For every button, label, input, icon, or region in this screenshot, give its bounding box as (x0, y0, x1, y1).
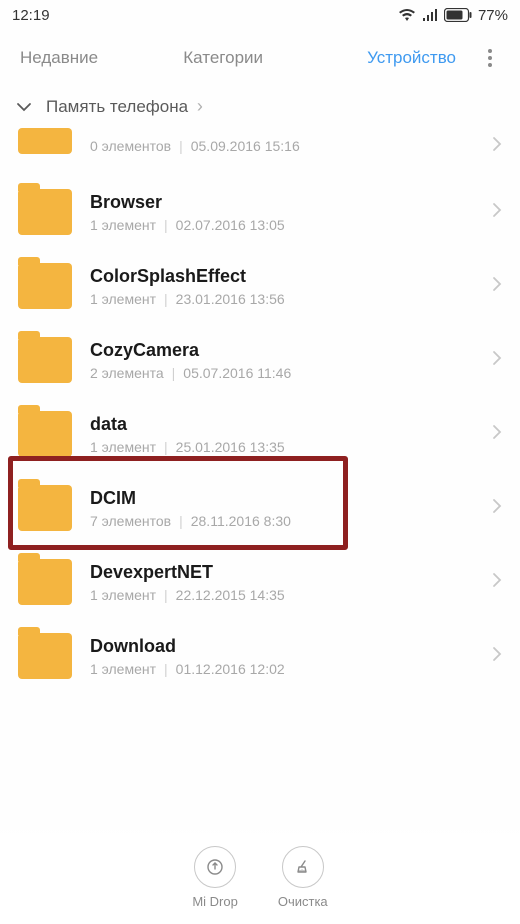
folder-meta: 2 элемента | 05.07.2016 11:46 (90, 365, 492, 381)
item-body: DevexpertNET 1 элемент | 22.12.2015 14:35 (90, 562, 492, 603)
folder-count: 0 элементов (90, 138, 171, 154)
folder-name: ColorSplashEffect (90, 266, 492, 287)
folder-name: DCIM (90, 488, 492, 509)
chevron-right-icon (492, 201, 502, 224)
folder-name: Browser (90, 192, 492, 213)
battery-percent: 77% (478, 7, 508, 24)
folder-name: data (90, 414, 492, 435)
meta-separator: | (179, 513, 183, 529)
folder-meta: 1 элемент | 22.12.2015 14:35 (90, 587, 492, 603)
folder-name: Download (90, 636, 492, 657)
folder-count: 7 элементов (90, 513, 171, 529)
meta-separator: | (164, 661, 168, 677)
folder-date: 28.11.2016 8:30 (191, 513, 291, 529)
list-item[interactable]: Browser 1 элемент | 02.07.2016 13:05 (0, 175, 520, 249)
item-body: Download 1 элемент | 01.12.2016 12:02 (90, 636, 492, 677)
battery-icon (444, 8, 472, 22)
folder-meta: 1 элемент | 23.01.2016 13:56 (90, 291, 492, 307)
chevron-right-icon (492, 497, 502, 520)
folder-count: 1 элемент (90, 217, 156, 233)
breadcrumb[interactable]: Память телефона › (0, 86, 520, 131)
clean-label: Очистка (278, 894, 328, 909)
folder-icon (18, 189, 72, 235)
item-body: Browser 1 элемент | 02.07.2016 13:05 (90, 192, 492, 233)
list-item[interactable]: ColorSplashEffect 1 элемент | 23.01.2016 13… (0, 249, 520, 323)
item-body: 0 элементов | 05.09.2016 15:16 (90, 138, 492, 154)
chevron-right-icon (492, 423, 502, 446)
status-indicators: 77% (398, 7, 508, 24)
folder-date: 23.01.2016 13:56 (176, 291, 285, 307)
list-item[interactable]: DCIM 7 элементов | 28.11.2016 8:30 (0, 471, 520, 545)
folder-date: 05.09.2016 15:16 (191, 138, 300, 154)
status-time: 12:19 (12, 7, 50, 24)
folder-date: 05.07.2016 11:46 (183, 365, 291, 381)
meta-separator: | (164, 217, 168, 233)
list-item[interactable]: CozyCamera 2 элемента | 05.07.2016 11:46 (0, 323, 520, 397)
bottom-toolbar: Mi Drop Очистка (0, 838, 520, 924)
meta-separator: | (164, 291, 168, 307)
list-item[interactable]: data 1 элемент | 25.01.2016 13:35 (0, 397, 520, 471)
meta-separator: | (172, 365, 176, 381)
wifi-icon (398, 8, 416, 22)
meta-separator: | (164, 439, 168, 455)
folder-meta: 0 элементов | 05.09.2016 15:16 (90, 138, 492, 154)
status-bar: 12:19 77% (0, 0, 520, 30)
overflow-menu-icon[interactable] (480, 49, 500, 67)
meta-separator: | (164, 587, 168, 603)
item-body: DCIM 7 элементов | 28.11.2016 8:30 (90, 488, 492, 529)
item-body: data 1 элемент | 25.01.2016 13:35 (90, 414, 492, 455)
folder-icon (18, 128, 72, 154)
folder-count: 1 элемент (90, 587, 156, 603)
folder-count: 2 элемента (90, 365, 164, 381)
folder-date: 02.07.2016 13:05 (176, 217, 285, 233)
chevron-right-icon (492, 275, 502, 298)
folder-count: 1 элемент (90, 439, 156, 455)
folder-icon (18, 559, 72, 605)
folder-icon (18, 337, 72, 383)
folder-count: 1 элемент (90, 291, 156, 307)
breadcrumb-label: Память телефона (46, 97, 188, 116)
tab-recent[interactable]: Недавние (20, 40, 139, 76)
clean-button[interactable]: Очистка (278, 846, 328, 924)
folder-name: CozyCamera (90, 340, 492, 361)
list-item[interactable]: DevexpertNET 1 элемент | 22.12.2015 14:35 (0, 545, 520, 619)
folder-meta: 1 элемент | 25.01.2016 13:35 (90, 439, 492, 455)
tab-categories[interactable]: Категории (149, 40, 298, 76)
list-item[interactable]: 0 элементов | 05.09.2016 15:16 (0, 131, 520, 175)
folder-date: 25.01.2016 13:35 (176, 439, 285, 455)
chevron-right-icon (492, 135, 502, 158)
list-item[interactable]: Download 1 элемент | 01.12.2016 12:02 (0, 619, 520, 693)
transfer-icon (194, 846, 236, 888)
chevron-right-icon (492, 571, 502, 594)
folder-icon (18, 485, 72, 531)
folder-date: 01.12.2016 12:02 (176, 661, 285, 677)
broom-icon (282, 846, 324, 888)
folder-meta: 1 элемент | 01.12.2016 12:02 (90, 661, 492, 677)
meta-separator: | (179, 138, 183, 154)
folder-name: DevexpertNET (90, 562, 492, 583)
chevron-right-icon (492, 645, 502, 668)
item-body: ColorSplashEffect 1 элемент | 23.01.2016 13… (90, 266, 492, 307)
folder-icon (18, 411, 72, 457)
fade-edge (0, 820, 520, 838)
folder-date: 22.12.2015 14:35 (176, 587, 285, 603)
signal-icon (422, 8, 438, 22)
tab-bar: Недавние Категории Устройство (0, 30, 520, 86)
folder-meta: 1 элемент | 02.07.2016 13:05 (90, 217, 492, 233)
midrop-label: Mi Drop (192, 894, 238, 909)
tab-device[interactable]: Устройство (307, 40, 456, 76)
folder-icon (18, 633, 72, 679)
folder-meta: 7 элементов | 28.11.2016 8:30 (90, 513, 492, 529)
chevron-right-icon (492, 349, 502, 372)
midrop-button[interactable]: Mi Drop (192, 846, 238, 924)
item-body: CozyCamera 2 элемента | 05.07.2016 11:46 (90, 340, 492, 381)
folder-icon (18, 263, 72, 309)
folder-list: 0 элементов | 05.09.2016 15:16 Browser 1 эле… (0, 131, 520, 693)
chevron-right-icon: › (197, 96, 203, 116)
folder-count: 1 элемент (90, 661, 156, 677)
chevron-down-icon (16, 97, 32, 117)
